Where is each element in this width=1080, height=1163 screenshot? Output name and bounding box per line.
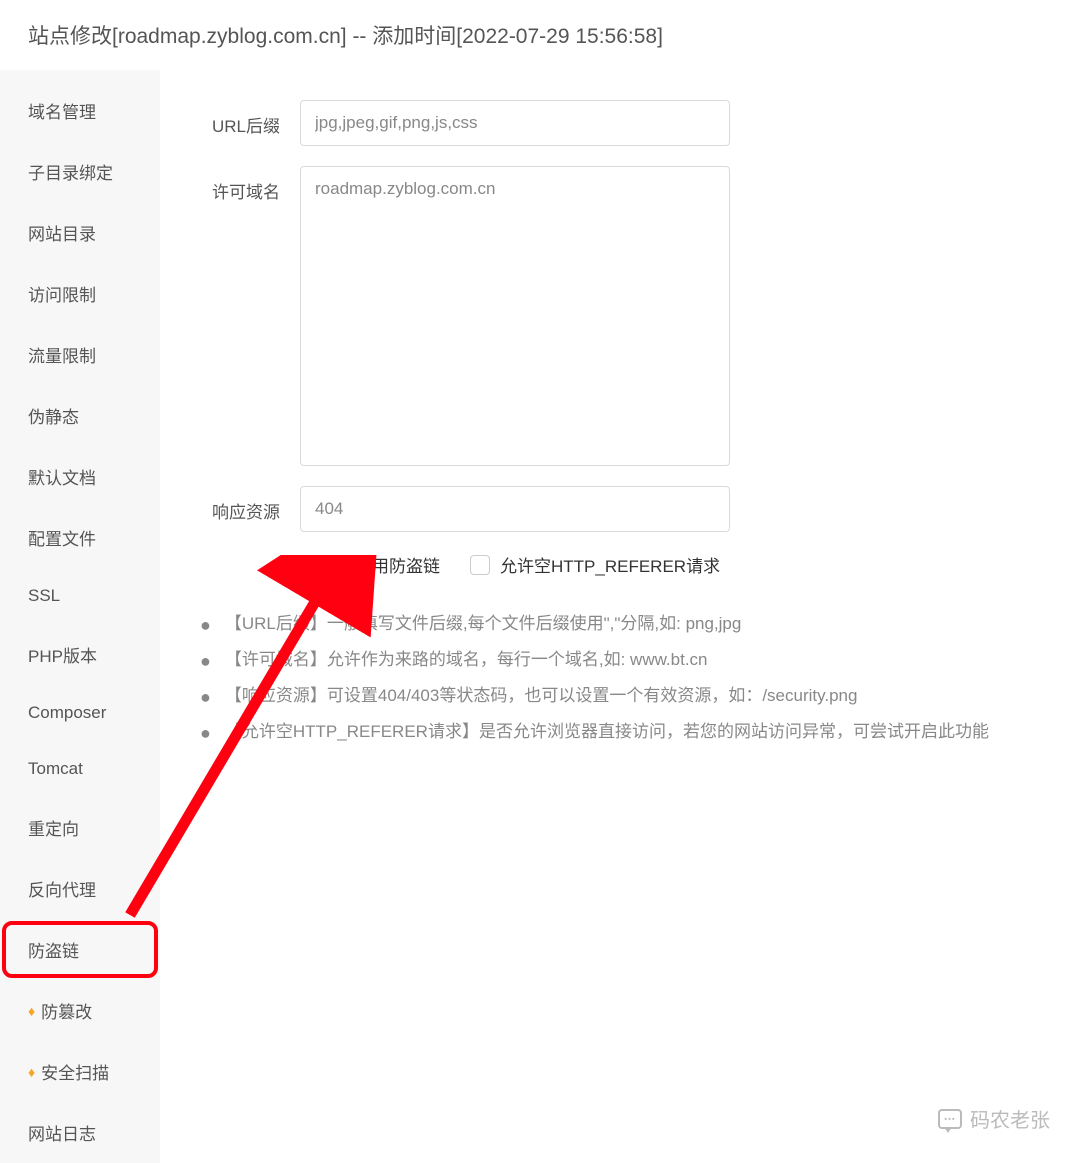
sidebar-item-label: 网站目录 (28, 220, 96, 245)
tips-list: ● 【URL后缀】一般填写文件后缀,每个文件后缀使用","分隔,如: png,jp… (200, 607, 1040, 751)
sidebar: 域名管理 子目录绑定 网站目录 访问限制 流量限制 伪静态 默认文档 配置文件 … (0, 70, 160, 1163)
sidebar-item-label: 反向代理 (28, 876, 96, 901)
response-input[interactable] (300, 486, 730, 532)
url-suffix-input[interactable] (300, 100, 730, 146)
sidebar-item-label: 域名管理 (28, 98, 96, 123)
sidebar-item-sitedir[interactable]: 网站目录 (0, 202, 160, 263)
sidebar-item-tamper[interactable]: ♦ 防篡改 (0, 980, 160, 1041)
sidebar-item-domain[interactable]: 域名管理 (0, 80, 160, 141)
sidebar-item-label: 安全扫描 (41, 1059, 109, 1084)
tip-item: ● 【响应资源】可设置404/403等状态码，也可以设置一个有效资源，如：/sec… (200, 679, 1040, 715)
sidebar-item-label: 配置文件 (28, 525, 96, 550)
sidebar-item-access[interactable]: 访问限制 (0, 263, 160, 324)
tip-item: ● 【URL后缀】一般填写文件后缀,每个文件后缀使用","分隔,如: png,jp… (200, 607, 1040, 643)
sidebar-item-label: 重定向 (28, 815, 79, 840)
sidebar-item-label: Composer (28, 703, 106, 723)
sidebar-item-traffic[interactable]: 流量限制 (0, 324, 160, 385)
bullet-icon: ● (200, 715, 211, 751)
sidebar-item-label: 默认文档 (28, 464, 96, 489)
enable-antileech-label: 启用防盗链 (355, 552, 440, 577)
enable-antileech-checkbox[interactable]: ✓ (325, 555, 345, 575)
tip-text: 【URL后缀】一般填写文件后缀,每个文件后缀使用","分隔,如: png,jpg (225, 607, 741, 641)
sidebar-item-label: 流量限制 (28, 342, 96, 367)
sidebar-item-composer[interactable]: Composer (0, 685, 160, 741)
sidebar-item-label: 防篡改 (41, 998, 92, 1023)
sidebar-item-label: 子目录绑定 (28, 159, 113, 184)
watermark-text: 码农老张 (970, 1104, 1050, 1133)
check-icon: ✓ (330, 557, 341, 573)
sidebar-item-logs[interactable]: 网站日志 (0, 1102, 160, 1163)
sidebar-item-config[interactable]: 配置文件 (0, 507, 160, 568)
watermark: ••• 码农老张 (938, 1104, 1050, 1133)
bullet-icon: ● (200, 679, 211, 715)
bullet-icon: ● (200, 607, 211, 643)
bullet-icon: ● (200, 643, 211, 679)
sidebar-item-label: PHP版本 (28, 642, 97, 667)
sidebar-item-label: 伪静态 (28, 403, 79, 428)
url-suffix-label: URL后缀 (200, 100, 300, 146)
sidebar-item-label: 网站日志 (28, 1120, 96, 1145)
main-container: 域名管理 子目录绑定 网站目录 访问限制 流量限制 伪静态 默认文档 配置文件 … (0, 70, 1080, 1163)
sidebar-item-tomcat[interactable]: Tomcat (0, 741, 160, 797)
diamond-icon: ♦ (28, 1064, 35, 1080)
allow-domain-label: 许可域名 (200, 166, 300, 466)
tip-text: 【响应资源】可设置404/403等状态码，也可以设置一个有效资源，如：/secu… (225, 679, 858, 713)
tip-item: ● 【允许空HTTP_REFERER请求】是否允许浏览器直接访问，若您的网站访问异… (200, 715, 1040, 751)
response-label: 响应资源 (200, 486, 300, 532)
tip-text: 【许可域名】允许作为来路的域名，每行一个域名,如: www.bt.cn (225, 643, 708, 677)
diamond-icon: ♦ (28, 1003, 35, 1019)
sidebar-item-redirect[interactable]: 重定向 (0, 797, 160, 858)
sidebar-item-scan[interactable]: ♦ 安全扫描 (0, 1041, 160, 1102)
empty-referer-checkbox[interactable] (470, 555, 490, 575)
sidebar-item-rewrite[interactable]: 伪静态 (0, 385, 160, 446)
header-title: 站点修改[roadmap.zyblog.com.cn] -- 添加时间[2022… (0, 0, 1080, 70)
sidebar-item-ssl[interactable]: SSL (0, 568, 160, 624)
sidebar-item-proxy[interactable]: 反向代理 (0, 858, 160, 919)
sidebar-item-label: Tomcat (28, 759, 83, 779)
sidebar-item-default-doc[interactable]: 默认文档 (0, 446, 160, 507)
main-panel: URL后缀 许可域名 roadmap.zyblog.com.cn 响应资源 ✓ … (160, 70, 1080, 1163)
chat-icon: ••• (938, 1109, 962, 1129)
sidebar-item-label: 访问限制 (28, 281, 96, 306)
sidebar-item-antileech[interactable]: 防盗链 (0, 919, 160, 980)
tip-item: ● 【许可域名】允许作为来路的域名，每行一个域名,如: www.bt.cn (200, 643, 1040, 679)
sidebar-item-label: 防盗链 (28, 937, 79, 962)
sidebar-item-php[interactable]: PHP版本 (0, 624, 160, 685)
allow-domain-textarea[interactable]: roadmap.zyblog.com.cn (300, 166, 730, 466)
tip-text: 【允许空HTTP_REFERER请求】是否允许浏览器直接访问，若您的网站访问异常… (225, 715, 989, 749)
sidebar-item-subdir[interactable]: 子目录绑定 (0, 141, 160, 202)
empty-referer-label: 允许空HTTP_REFERER请求 (500, 552, 720, 577)
sidebar-item-label: SSL (28, 586, 60, 606)
